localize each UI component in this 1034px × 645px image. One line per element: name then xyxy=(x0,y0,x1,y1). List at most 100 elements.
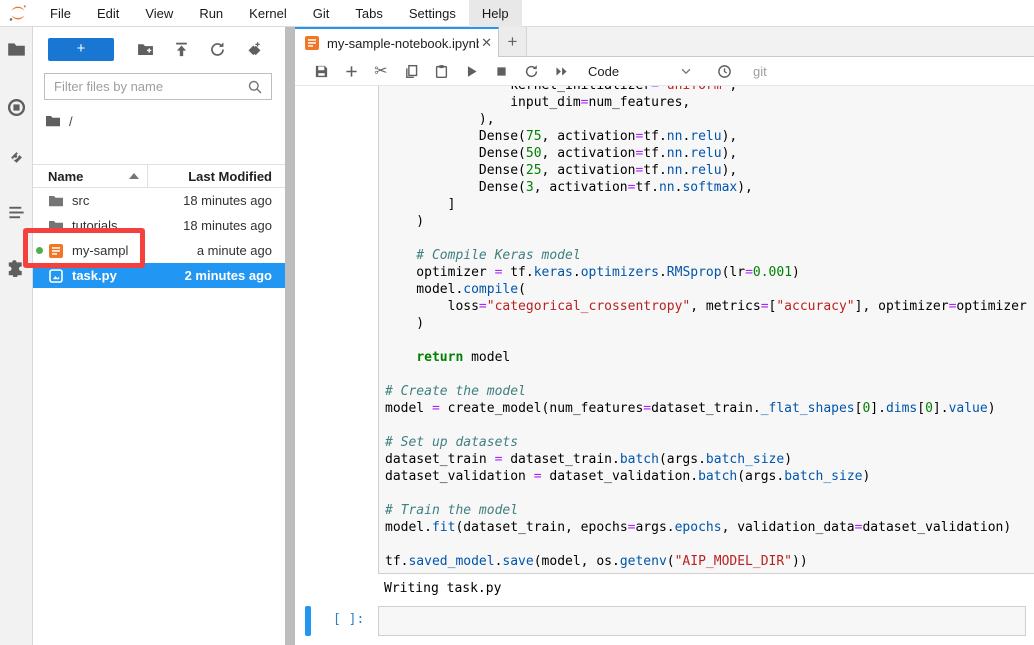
code-lines: kernel_initializer='uniform', input_dim=… xyxy=(379,86,1034,574)
folder-icon xyxy=(48,193,64,209)
left-sidebar xyxy=(0,27,33,645)
file-list-header[interactable]: Name Last Modified xyxy=(33,164,285,188)
file-row-src[interactable]: src18 minutes ago xyxy=(33,188,285,213)
file-modified: 2 minutes ago xyxy=(185,268,272,283)
code-line xyxy=(385,366,1034,383)
extensions-icon[interactable] xyxy=(6,257,27,278)
filter-files-input[interactable] xyxy=(45,79,247,94)
menu-items: FileEditViewRunKernelGitTabsSettingsHelp xyxy=(37,0,522,27)
sort-ascending-icon xyxy=(129,173,139,179)
code-line: dataset_train = dataset_train.batch(args… xyxy=(385,451,1034,468)
menu-item-tabs[interactable]: Tabs xyxy=(342,0,395,27)
home-folder-icon xyxy=(45,113,61,129)
code-line xyxy=(385,417,1034,434)
code-line: model.fit(dataset_train, epochs=args.epo… xyxy=(385,519,1034,536)
cell-type-select[interactable]: Code xyxy=(588,64,693,79)
git-status-label: git xyxy=(753,64,767,79)
column-last-modified[interactable]: Last Modified xyxy=(188,169,272,184)
git-icon[interactable] xyxy=(6,147,27,168)
file-row-my-sampl[interactable]: my-sampla minute ago xyxy=(33,238,285,263)
breadcrumb-root[interactable]: / xyxy=(69,114,73,129)
menu-item-kernel[interactable]: Kernel xyxy=(236,0,300,27)
file-row-tutorials[interactable]: tutorials18 minutes ago xyxy=(33,213,285,238)
code-line: dataset_validation = dataset_validation.… xyxy=(385,468,1034,485)
notebook-panel: my-sample-notebook.ipynb ✕ + ✂ xyxy=(295,27,1034,645)
column-name[interactable]: Name xyxy=(48,169,83,184)
table-of-contents-icon[interactable] xyxy=(6,202,27,223)
file-browser-icon[interactable] xyxy=(6,39,27,60)
code-line: optimizer = tf.keras.optimizers.RMSprop(… xyxy=(385,264,1034,281)
code-line xyxy=(385,485,1034,502)
file-modified: a minute ago xyxy=(197,243,272,258)
file-name: src xyxy=(72,193,89,208)
new-folder-icon[interactable] xyxy=(128,38,162,60)
tab-title: my-sample-notebook.ipynb xyxy=(327,36,479,51)
folder-icon xyxy=(48,218,64,234)
run-all-icon[interactable] xyxy=(546,59,576,83)
tab-bar: my-sample-notebook.ipynb ✕ + xyxy=(295,27,1034,57)
code-line: ) xyxy=(385,315,1034,332)
file-list: src18 minutes agotutorials18 minutes ago… xyxy=(33,188,285,288)
menu-item-help[interactable]: Help xyxy=(469,0,522,27)
code-line: # Set up datasets xyxy=(385,434,1034,451)
menu-item-view[interactable]: View xyxy=(132,0,186,27)
file-modified: 18 minutes ago xyxy=(183,218,272,233)
code-line xyxy=(385,230,1034,247)
close-icon[interactable]: ✕ xyxy=(481,35,492,51)
new-launcher-button[interactable]: + xyxy=(48,38,114,61)
empty-cell-input[interactable] xyxy=(378,606,1026,636)
input-prompt: [ ]: xyxy=(333,606,369,627)
menu-item-git[interactable]: Git xyxy=(300,0,343,27)
file-browser-panel: + / Name Last Modified xyxy=(33,27,285,645)
breadcrumb[interactable]: / xyxy=(45,111,73,131)
jupyter-logo-icon xyxy=(8,3,28,23)
code-line xyxy=(385,536,1034,553)
refresh-icon[interactable] xyxy=(200,38,234,60)
stop-icon[interactable] xyxy=(486,59,516,83)
code-cell-editor[interactable]: kernel_initializer='uniform', input_dim=… xyxy=(378,86,1034,574)
paste-icon[interactable] xyxy=(426,59,456,83)
cell-type-value: Code xyxy=(588,64,619,79)
menu-item-file[interactable]: File xyxy=(37,0,84,27)
empty-code-cell[interactable]: [ ]: xyxy=(295,606,1034,636)
notebook-icon xyxy=(304,35,320,51)
running-kernels-icon[interactable] xyxy=(6,97,27,118)
code-line: kernel_initializer='uniform', xyxy=(385,86,1034,94)
restart-kernel-icon[interactable] xyxy=(516,59,546,83)
code-line: ), xyxy=(385,111,1034,128)
file-name: task.py xyxy=(72,268,117,283)
new-tab-button[interactable]: + xyxy=(499,27,527,56)
menu-item-edit[interactable]: Edit xyxy=(84,0,132,27)
upload-icon[interactable] xyxy=(164,38,198,60)
cut-icon[interactable]: ✂ xyxy=(366,59,396,83)
search-icon xyxy=(247,79,263,95)
copy-icon[interactable] xyxy=(396,59,426,83)
file-browser-toolbar: + xyxy=(33,36,285,62)
menu-item-settings[interactable]: Settings xyxy=(396,0,469,27)
file-icon xyxy=(48,268,64,284)
running-indicator xyxy=(36,247,43,254)
code-line: # Create the model xyxy=(385,383,1034,400)
panel-splitter[interactable] xyxy=(285,27,295,645)
code-line: # Train the model xyxy=(385,502,1034,519)
clock-icon[interactable] xyxy=(709,59,739,83)
tab-my-sample-notebook[interactable]: my-sample-notebook.ipynb ✕ xyxy=(295,27,499,57)
add-cell-icon[interactable] xyxy=(336,59,366,83)
code-line: # Compile Keras model xyxy=(385,247,1034,264)
file-row-task.py[interactable]: task.py 2 minutes ago xyxy=(33,263,285,288)
plus-icon: + xyxy=(508,32,518,52)
cell-collapser[interactable] xyxy=(305,606,311,636)
run-icon[interactable] xyxy=(456,59,486,83)
git-clone-icon[interactable] xyxy=(236,38,270,60)
menu-bar: FileEditViewRunKernelGitTabsSettingsHelp xyxy=(0,0,1034,27)
notebook-toolbar: ✂ Code xyxy=(295,57,1034,86)
menu-item-run[interactable]: Run xyxy=(186,0,236,27)
code-line xyxy=(385,332,1034,349)
code-line: model.compile( xyxy=(385,281,1034,298)
save-icon[interactable] xyxy=(306,59,336,83)
code-line: ] xyxy=(385,196,1034,213)
code-line: input_dim=num_features, xyxy=(385,94,1034,111)
jupyterlab-app: FileEditViewRunKernelGitTabsSettingsHelp… xyxy=(0,0,1034,645)
code-line: Dense(50, activation=tf.nn.relu), xyxy=(385,145,1034,162)
cell-output: Writing task.py xyxy=(384,581,501,596)
